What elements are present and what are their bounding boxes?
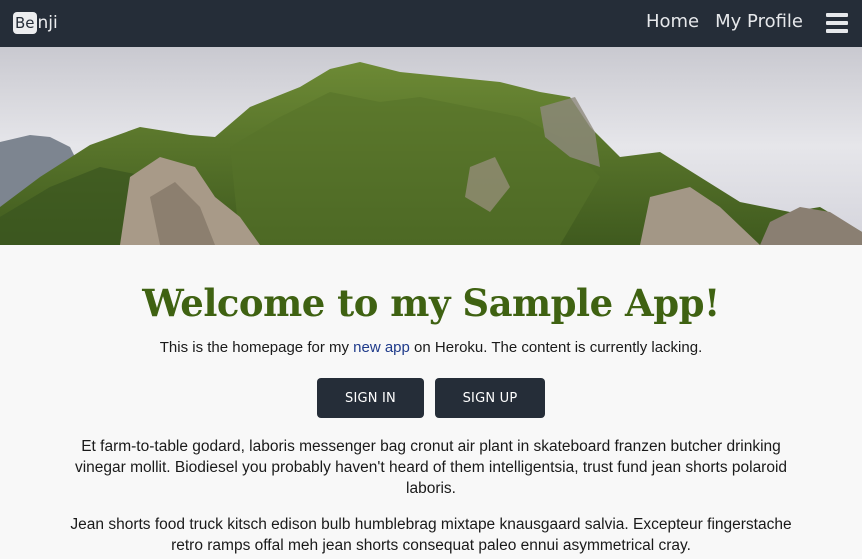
nav-link-my-profile[interactable]: My Profile bbox=[715, 10, 803, 34]
main-content: Welcome to my Sample App! This is the ho… bbox=[0, 245, 862, 556]
auth-buttons: SIGN IN SIGN UP bbox=[0, 378, 862, 418]
subtitle-after: on Heroku. The content is currently lack… bbox=[409, 339, 703, 356]
body-paragraph: Jean shorts food truck kitsch edison bul… bbox=[70, 516, 792, 554]
hero-image bbox=[0, 47, 862, 245]
sign-up-button[interactable]: SIGN UP bbox=[435, 378, 545, 418]
mountain-landscape-image bbox=[0, 47, 862, 245]
body-paragraph: Et farm-to-table godard, laboris messeng… bbox=[74, 438, 788, 497]
page-title: Welcome to my Sample App! bbox=[142, 281, 720, 325]
sign-in-button[interactable]: SIGN IN bbox=[317, 378, 424, 418]
hamburger-menu-icon[interactable] bbox=[826, 13, 848, 33]
brand-logo-text: nji bbox=[37, 13, 58, 33]
new-app-link[interactable]: new app bbox=[353, 339, 410, 356]
subtitle: This is the homepage for my new app on H… bbox=[0, 338, 862, 358]
brand-logo-box: Be bbox=[13, 12, 37, 34]
subtitle-before: This is the homepage for my bbox=[159, 339, 354, 356]
nav-links: Home My Profile bbox=[646, 10, 803, 34]
brand-logo[interactable]: Be nji bbox=[13, 11, 58, 35]
navbar: Be nji Home My Profile bbox=[0, 0, 862, 47]
nav-link-home[interactable]: Home bbox=[646, 10, 699, 34]
